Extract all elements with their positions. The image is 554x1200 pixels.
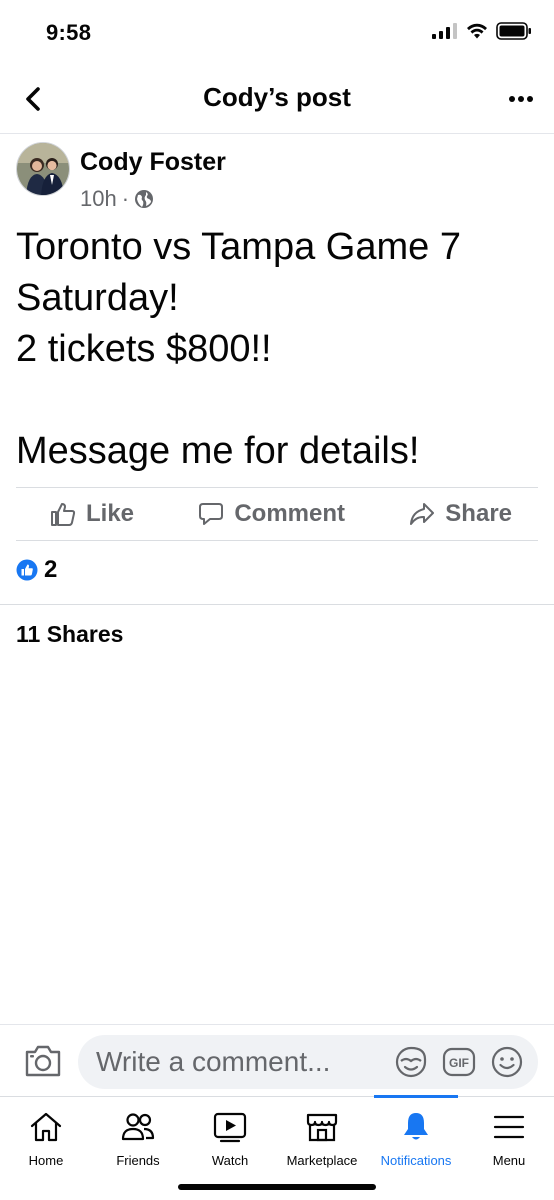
composer-icons: GIF	[394, 1045, 524, 1079]
globe-icon	[135, 190, 154, 208]
tab-bar: Home Friends Watch Marketplace Notificat…	[0, 1095, 554, 1200]
bell-icon	[404, 1113, 428, 1140]
shares-count[interactable]: 11 Shares	[16, 621, 123, 648]
svg-text:GIF: GIF	[449, 1056, 469, 1070]
post-text-line: Message me for details!	[16, 430, 420, 472]
home-icon	[30, 1112, 62, 1142]
comment-icon	[199, 503, 224, 525]
like-button[interactable]: Like	[50, 500, 134, 528]
post-action-bar: Like Comment Share	[16, 487, 538, 541]
tab-label: Watch	[211, 1153, 249, 1168]
emoji-icon[interactable]	[490, 1045, 524, 1079]
post-header: Cody Foster 10h ·	[16, 140, 538, 212]
reaction-count: 2	[44, 556, 58, 583]
tab-label: Notifications	[380, 1153, 452, 1168]
wifi-icon	[467, 23, 487, 39]
like-label: Like	[86, 500, 135, 527]
thumbs-up-icon	[51, 503, 76, 526]
tab-friends[interactable]: Friends	[92, 1097, 184, 1177]
like-reaction-icon	[16, 559, 38, 581]
tab-label: Marketplace	[286, 1153, 358, 1168]
comment-composer: Write a comment... GIF	[0, 1024, 554, 1096]
comment-input[interactable]: Write a comment... GIF	[78, 1035, 538, 1089]
camera-button[interactable]	[24, 1043, 62, 1079]
tab-menu[interactable]: Menu	[464, 1097, 554, 1177]
meta-separator: ·	[121, 186, 130, 211]
post-time[interactable]: 10h	[80, 186, 117, 212]
signal-icon	[432, 23, 457, 39]
nav-bar: Cody’s post	[0, 64, 554, 134]
battery-icon	[496, 22, 531, 40]
post-text-line: Saturday!	[16, 277, 179, 319]
share-button[interactable]: Share	[409, 500, 512, 528]
share-icon	[410, 503, 435, 525]
tab-label: Menu	[492, 1153, 526, 1168]
comment-button[interactable]: Comment	[198, 500, 345, 528]
post-text-line: 2 tickets $800!!	[16, 328, 272, 370]
gif-icon[interactable]: GIF	[442, 1045, 476, 1079]
divider	[0, 604, 554, 605]
post-meta: 10h ·	[80, 186, 154, 212]
tab-watch[interactable]: Watch	[184, 1097, 276, 1177]
more-icon	[509, 96, 533, 102]
marketplace-icon	[306, 1113, 338, 1142]
tab-marketplace[interactable]: Marketplace	[276, 1097, 368, 1177]
page-title: Cody’s post	[203, 82, 351, 112]
comment-label: Comment	[234, 500, 345, 527]
more-options-button[interactable]	[506, 84, 536, 114]
comment-placeholder: Write a comment...	[96, 1046, 331, 1077]
avatar-photo-icon	[17, 143, 69, 195]
menu-icon	[493, 1115, 525, 1139]
share-label: Share	[445, 500, 512, 527]
tab-label: Home	[28, 1153, 64, 1168]
status-bar: 9:58	[0, 0, 554, 64]
status-time: 9:58	[46, 20, 92, 45]
author-name[interactable]: Cody Foster	[80, 148, 226, 177]
home-indicator	[178, 1184, 376, 1190]
post-text-line: ​	[16, 375, 538, 426]
reaction-summary[interactable]: 2	[16, 556, 57, 584]
tab-label: Friends	[116, 1153, 160, 1168]
avatar[interactable]	[16, 142, 70, 196]
sticker-icon[interactable]	[394, 1045, 428, 1079]
post-text-line: Toronto vs Tampa Game 7	[16, 226, 461, 268]
watch-icon	[213, 1112, 247, 1143]
camera-icon	[25, 1045, 61, 1077]
friends-icon	[121, 1113, 155, 1141]
post-text: Toronto vs Tampa Game 7 Saturday! 2 tick…	[16, 222, 538, 477]
tab-notifications[interactable]: Notifications	[368, 1097, 464, 1177]
status-icons	[432, 22, 532, 40]
tab-home[interactable]: Home	[0, 1097, 92, 1177]
